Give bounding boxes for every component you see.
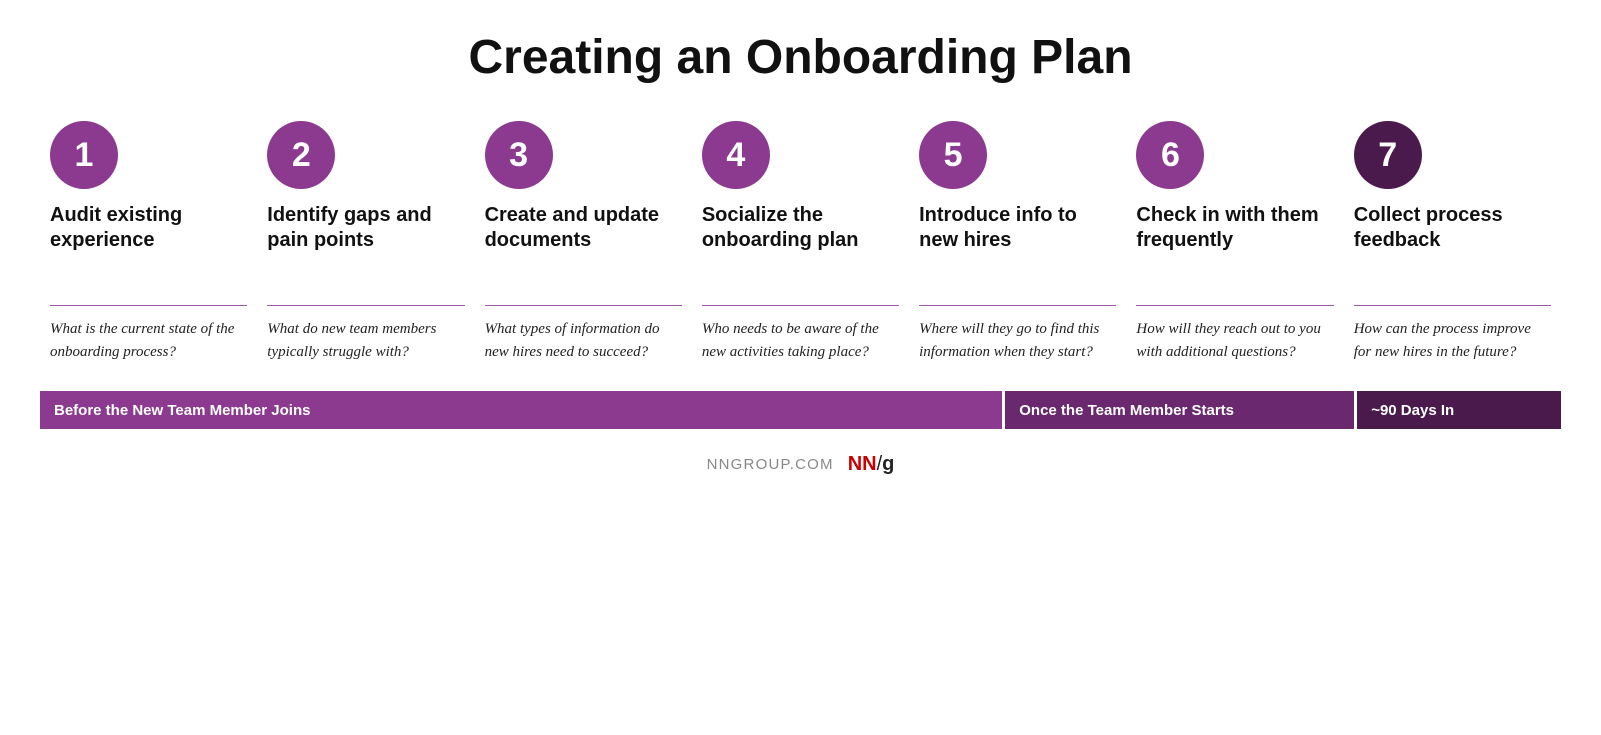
step-circle-5: 5 bbox=[919, 121, 987, 189]
footer: NNGROUP.COM NN/g bbox=[707, 453, 895, 476]
step-divider-4 bbox=[702, 305, 899, 306]
step-circle-2: 2 bbox=[267, 121, 335, 189]
footer-g: g bbox=[882, 453, 894, 475]
step-divider-2 bbox=[267, 305, 464, 306]
step-title-4: Socialize the onboarding plan bbox=[702, 203, 899, 293]
step-question-4: Who needs to be aware of the new activit… bbox=[702, 318, 899, 363]
step-2: 2 Identify gaps and pain points What do … bbox=[257, 121, 474, 363]
timeline-before: Before the New Team Member Joins bbox=[40, 391, 1002, 429]
step-divider-6 bbox=[1136, 305, 1333, 306]
timeline-starts: Once the Team Member Starts bbox=[1005, 391, 1354, 429]
step-circle-7: 7 bbox=[1354, 121, 1422, 189]
step-title-6: Check in with them frequently bbox=[1136, 203, 1333, 293]
step-question-7: How can the process improve for new hire… bbox=[1354, 318, 1551, 363]
step-5: 5 Introduce info to new hires Where will… bbox=[909, 121, 1126, 363]
step-question-1: What is the current state of the onboard… bbox=[50, 318, 247, 363]
step-4: 4 Socialize the onboarding plan Who need… bbox=[692, 121, 909, 363]
step-circle-4: 4 bbox=[702, 121, 770, 189]
step-title-1: Audit existing experience bbox=[50, 203, 247, 293]
step-divider-7 bbox=[1354, 305, 1551, 306]
step-circle-6: 6 bbox=[1136, 121, 1204, 189]
step-1: 1 Audit existing experience What is the … bbox=[40, 121, 257, 363]
step-title-3: Create and update documents bbox=[485, 203, 682, 293]
step-divider-1 bbox=[50, 305, 247, 306]
footer-url: NNGROUP.COM bbox=[707, 456, 834, 473]
steps-container: 1 Audit existing experience What is the … bbox=[40, 121, 1561, 363]
step-title-7: Collect process feedback bbox=[1354, 203, 1551, 293]
step-question-3: What types of information do new hires n… bbox=[485, 318, 682, 363]
page-title: Creating an Onboarding Plan bbox=[468, 30, 1132, 85]
step-divider-3 bbox=[485, 305, 682, 306]
step-7: 7 Collect process feedback How can the p… bbox=[1344, 121, 1561, 363]
step-circle-3: 3 bbox=[485, 121, 553, 189]
footer-logo: NN/g bbox=[848, 453, 895, 476]
step-6: 6 Check in with them frequently How will… bbox=[1126, 121, 1343, 363]
step-title-2: Identify gaps and pain points bbox=[267, 203, 464, 293]
step-3: 3 Create and update documents What types… bbox=[475, 121, 692, 363]
step-question-5: Where will they go to find this informat… bbox=[919, 318, 1116, 363]
step-title-5: Introduce info to new hires bbox=[919, 203, 1116, 293]
timeline-bar: Before the New Team Member Joins Once th… bbox=[40, 391, 1561, 429]
step-question-2: What do new team members typically strug… bbox=[267, 318, 464, 363]
timeline-90days: ~90 Days In bbox=[1357, 391, 1561, 429]
step-divider-5 bbox=[919, 305, 1116, 306]
step-question-6: How will they reach out to you with addi… bbox=[1136, 318, 1333, 363]
step-circle-1: 1 bbox=[50, 121, 118, 189]
footer-nn: NN bbox=[848, 453, 877, 475]
